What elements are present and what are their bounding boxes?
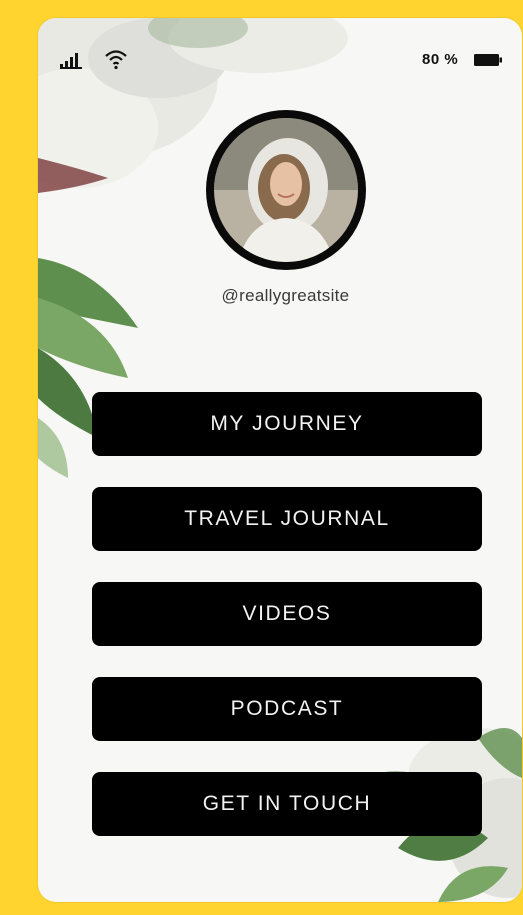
wifi-icon [105, 50, 127, 70]
profile-handle: @reallygreatsite [221, 286, 350, 305]
battery-percent: 80 % [422, 51, 459, 68]
travel-journal-button[interactable]: TRAVEL JOURNAL [92, 487, 482, 551]
battery-icon [474, 54, 502, 66]
link-list: MY JOURNEY TRAVEL JOURNAL VIDEOS PODCAST… [92, 392, 482, 867]
profile-photo[interactable] [206, 110, 366, 270]
profile-photo-image [214, 118, 358, 262]
videos-button[interactable]: VIDEOS [92, 582, 482, 646]
my-journey-button[interactable]: MY JOURNEY [92, 392, 482, 456]
signal-bars-icon [60, 53, 82, 69]
podcast-button[interactable]: PODCAST [92, 677, 482, 741]
status-bar: 80 % [38, 18, 522, 88]
get-in-touch-button[interactable]: GET IN TOUCH [92, 772, 482, 836]
phone-screen: 80 % @reallygreatsite MY JOURNEY TRAVEL … [38, 18, 522, 902]
